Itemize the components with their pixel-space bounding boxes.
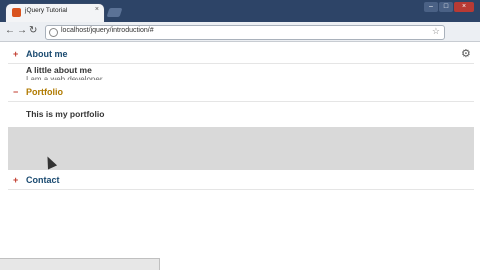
section-body-about-line1: A little about me	[26, 65, 92, 75]
tab-title: jQuery Tutorial	[25, 7, 68, 14]
minimize-button[interactable]: –	[424, 2, 438, 12]
bookmark-star-icon[interactable]: ☆	[432, 26, 440, 37]
browser-titlebar: jQuery Tutorial × – □ ×	[0, 0, 480, 23]
new-tab-button[interactable]	[106, 8, 123, 17]
section-title-about[interactable]: About me	[26, 49, 68, 59]
section-header-portfolio[interactable]: − Portfolio	[8, 84, 474, 102]
maximize-button[interactable]: □	[439, 2, 453, 12]
status-bar	[0, 258, 160, 270]
section-title-portfolio[interactable]: Portfolio	[26, 87, 63, 97]
section-body-portfolio: This is my portfolio	[26, 109, 105, 119]
expand-toggle-icon[interactable]: +	[13, 49, 18, 59]
url-text: localhost/jquery/introduction/#	[61, 27, 154, 34]
tab-jquery-tutorial[interactable]: jQuery Tutorial ×	[6, 4, 104, 22]
back-arrow-icon[interactable]: ←	[5, 25, 15, 37]
expand-toggle-icon[interactable]: +	[13, 175, 18, 185]
close-window-button[interactable]: ×	[454, 2, 474, 12]
page-info-icon[interactable]	[49, 28, 58, 37]
tab-close-icon[interactable]: ×	[95, 6, 99, 13]
section-header-contact[interactable]: + Contact	[8, 172, 474, 190]
collapse-toggle-icon[interactable]: −	[13, 87, 18, 97]
portfolio-panel	[8, 127, 474, 170]
browser-toolbar: ← → ↻ localhost/jquery/introduction/# ☆ …	[0, 22, 480, 60]
window-controls: – □ ×	[424, 2, 474, 12]
reload-icon[interactable]: ↻	[29, 25, 37, 37]
section-header-about[interactable]: + About me	[8, 46, 474, 64]
forward-arrow-icon[interactable]: →	[17, 25, 27, 37]
page-content: + About me A little about me I am a web …	[0, 42, 480, 270]
section-body-about-line2: I am a web developer...	[26, 75, 109, 80]
address-bar[interactable]: localhost/jquery/introduction/# ☆	[45, 25, 445, 40]
section-title-contact[interactable]: Contact	[26, 175, 60, 185]
favicon-icon	[12, 8, 21, 17]
